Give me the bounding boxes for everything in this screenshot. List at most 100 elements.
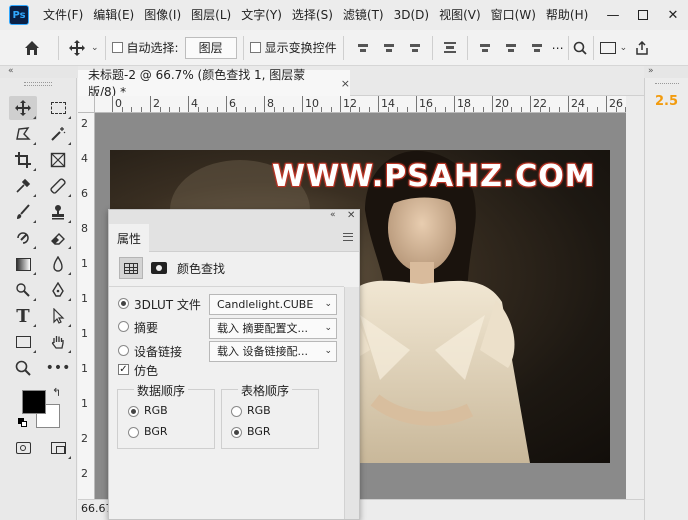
align-center-icon[interactable] — [382, 41, 396, 55]
radio-device-link[interactable] — [118, 345, 129, 356]
default-colors-icon[interactable] — [18, 418, 28, 428]
toolbox-grip[interactable] — [24, 82, 52, 86]
menu-select[interactable]: 选择(S) — [287, 0, 338, 30]
dropdown-abstract[interactable]: 载入 摘要配置文... ⌄ — [209, 318, 337, 339]
chevron-down-icon[interactable]: ⌄ — [620, 43, 628, 53]
divider — [109, 286, 344, 287]
ruler-h-minor-tick — [596, 107, 598, 112]
share-icon[interactable] — [635, 40, 649, 55]
chevron-down-icon[interactable]: ⌄ — [91, 43, 99, 53]
healing-brush-tool-button[interactable] — [44, 174, 72, 198]
swap-colors-icon[interactable]: ↰ — [52, 386, 61, 399]
ruler-h-minor-tick — [330, 107, 332, 112]
stamp-tool-button[interactable] — [44, 200, 72, 224]
search-icon[interactable] — [573, 41, 587, 55]
menu-file[interactable]: 文件(F) — [38, 0, 88, 30]
menu-view[interactable]: 视图(V) — [434, 0, 486, 30]
gradient-tool-button[interactable] — [9, 252, 37, 276]
dropdown-device-link[interactable]: 载入 设备链接配... ⌄ — [209, 341, 337, 362]
document-tab[interactable]: 未标题-2 @ 66.7% (颜色查找 1, 图层蒙版/8) * × — [78, 68, 350, 99]
home-icon[interactable] — [24, 40, 40, 56]
maximize-button[interactable] — [628, 0, 658, 30]
dodge-tool-button[interactable] — [9, 278, 37, 302]
close-document-icon[interactable]: × — [341, 77, 350, 90]
align-left-icon[interactable] — [356, 41, 370, 55]
properties-scrollbar[interactable] — [344, 287, 359, 519]
lasso-tool-button[interactable] — [9, 122, 37, 146]
vertical-ruler[interactable]: 2 4 6 8 1 1 1 1 1 2 2 — [78, 113, 95, 499]
rectangle-tool-button[interactable] — [9, 330, 37, 354]
magic-wand-tool-button[interactable] — [44, 122, 72, 146]
type-tool-button[interactable]: T — [9, 304, 37, 328]
screen-mode-button[interactable] — [44, 436, 72, 460]
ruler-h-minor-tick — [245, 107, 246, 112]
eraser-tool-button[interactable] — [44, 226, 72, 250]
align-right-icon[interactable] — [408, 41, 422, 55]
align-middle-icon[interactable] — [504, 41, 518, 55]
minimize-button[interactable]: — — [598, 0, 628, 30]
quick-mask-button[interactable] — [9, 436, 37, 460]
menu-edit[interactable]: 编辑(E) — [88, 0, 139, 30]
frame-tool-button[interactable] — [44, 148, 72, 172]
auto-select-target-dropdown[interactable]: 图层 — [184, 36, 237, 59]
adjustment-grid-icon[interactable] — [119, 257, 143, 279]
crop-tool-button[interactable] — [9, 148, 37, 172]
tab-properties[interactable]: 属性 — [109, 224, 149, 252]
panel-grip[interactable] — [655, 83, 679, 86]
ruler-h-minor-tick — [235, 107, 237, 112]
brush-tool-button[interactable] — [9, 200, 37, 224]
radio-abstract[interactable] — [118, 321, 129, 332]
vertical-scrollbar[interactable] — [626, 96, 644, 499]
workspace-icon[interactable] — [599, 41, 616, 54]
more-icon[interactable]: ⋯ — [552, 41, 564, 55]
foreground-color-swatch[interactable] — [22, 390, 46, 414]
menu-3d[interactable]: 3D(D) — [389, 0, 434, 30]
pen-tool-button[interactable] — [44, 278, 72, 302]
radio-3dlut[interactable] — [118, 298, 129, 309]
show-transform-label: 显示变换控件 — [264, 41, 337, 55]
panel-value[interactable]: 2.5 — [655, 94, 678, 109]
table-order-bgr-radio[interactable] — [231, 427, 242, 438]
menu-layer[interactable]: 图层(L) — [186, 0, 236, 30]
collapse-right-icon[interactable]: » — [648, 66, 654, 76]
menu-type[interactable]: 文字(Y) — [236, 0, 287, 30]
layer-mask-icon[interactable] — [151, 262, 167, 274]
table-order-rgb-radio[interactable] — [231, 406, 242, 417]
ruler-v-label: 6 — [81, 187, 88, 200]
auto-select-checkbox[interactable] — [111, 42, 123, 53]
menu-help[interactable]: 帮助(H) — [541, 0, 593, 30]
ruler-h-minor-tick — [273, 107, 275, 112]
close-panel-icon[interactable]: ✕ — [347, 210, 355, 221]
blur-tool-button[interactable] — [44, 252, 72, 276]
menu-window[interactable]: 窗口(W) — [486, 0, 541, 30]
move-tool-button[interactable] — [9, 96, 37, 120]
menu-image[interactable]: 图像(I) — [139, 0, 186, 30]
panel-menu-icon[interactable] — [343, 233, 353, 241]
hand-tool-button[interactable] — [44, 330, 72, 354]
collapse-left-icon[interactable]: « — [8, 66, 14, 76]
eyedropper-tool-button[interactable] — [9, 174, 37, 198]
zoom-tool-button[interactable] — [9, 356, 37, 380]
collapse-panel-icon[interactable]: « — [330, 210, 336, 220]
align-top-icon[interactable] — [478, 41, 492, 55]
data-order-bgr-radio[interactable] — [128, 427, 139, 438]
close-button[interactable]: ✕ — [658, 0, 688, 30]
ruler-h-minor-tick — [368, 107, 370, 112]
more-tools-icon[interactable]: ••• — [44, 356, 72, 380]
distribute-icon[interactable] — [443, 41, 457, 55]
dither-checkbox[interactable]: ✓ — [118, 364, 129, 375]
move-tool-icon[interactable] — [69, 39, 85, 56]
horizontal-ruler[interactable]: 0 2 4 6 8 10 12 14 16 18 20 22 24 26 — [95, 96, 636, 113]
properties-panel-header[interactable]: « ✕ — [109, 210, 359, 224]
data-order-rgb-radio[interactable] — [128, 406, 139, 417]
menu-bar: Ps 文件(F) 编辑(E) 图像(I) 图层(L) 文字(Y) 选择(S) 滤… — [0, 0, 688, 30]
path-selection-tool-button[interactable] — [44, 304, 72, 328]
ruler-origin[interactable] — [78, 96, 95, 113]
ruler-h-tick — [378, 96, 379, 112]
align-bottom-icon[interactable] — [530, 41, 544, 55]
menu-filter[interactable]: 滤镜(T) — [338, 0, 389, 30]
dropdown-3dlut-file[interactable]: Candlelight.CUBE ⌄ — [209, 294, 337, 315]
history-brush-tool-button[interactable] — [9, 226, 37, 250]
show-transform-checkbox[interactable] — [249, 42, 261, 53]
marquee-tool-button[interactable] — [44, 96, 72, 120]
